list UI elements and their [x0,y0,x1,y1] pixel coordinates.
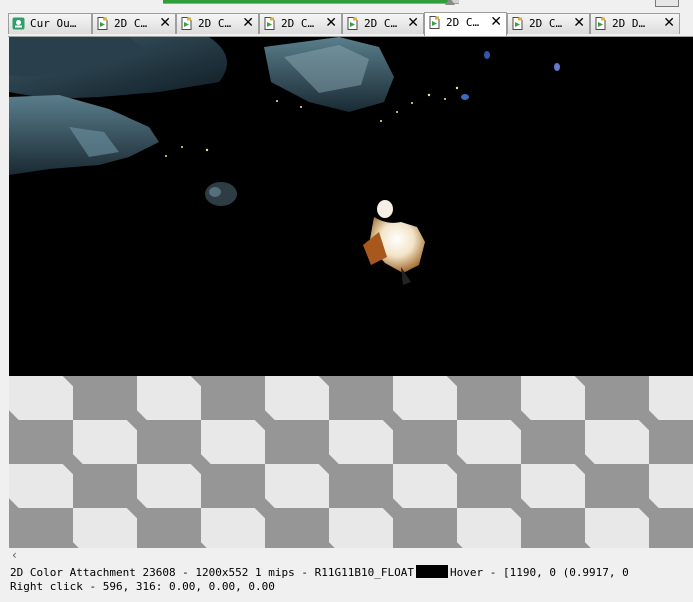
close-icon[interactable]: ✕ [242,15,254,31]
tab-1[interactable]: Cur Ou… [8,13,92,34]
tab-label: 2D C… [446,16,480,29]
close-icon[interactable]: ✕ [159,15,171,31]
progress-slider-thumb[interactable] [445,0,456,5]
top-toolbar-strip [0,0,693,12]
hover-color-swatch [415,565,448,578]
document-icon [429,16,440,29]
close-icon[interactable]: ✕ [407,15,419,31]
tab-label: 2D C… [281,17,315,30]
scroll-left-arrow-icon[interactable]: ‹ [12,548,17,562]
tab-label: 2D C… [529,17,563,30]
close-icon[interactable]: ✕ [490,14,502,30]
left-panel-edge [0,37,9,602]
tab-2[interactable]: 2D C… ✕ [92,13,176,34]
tab-7[interactable]: 2D C… ✕ [507,13,590,34]
document-icon [97,17,108,30]
toolbar-button[interactable] [655,0,679,7]
document-icon [512,17,523,30]
close-icon[interactable]: ✕ [325,15,337,31]
texture-viewport[interactable] [9,37,693,376]
status-line-texture-info: 2D Color Attachment 23608 - 1200x552 1 m… [10,565,629,579]
texture-info-text: 2D Color Attachment 23608 - 1200x552 1 m… [10,566,414,579]
close-icon[interactable]: ✕ [663,15,675,31]
document-icon [264,17,275,30]
document-icon [181,17,192,30]
tab-3[interactable]: 2D C… ✕ [176,13,259,34]
hover-info-text: Hover - [1190, 0 (0.9917, 0 [449,566,629,579]
tab-5[interactable]: 2D C… ✕ [342,13,424,34]
status-line-right-click: Right click - 596, 316: 0.00, 0.00, 0.00 [10,580,275,593]
tab-label: 2D D… [612,17,646,30]
progress-slider[interactable] [163,0,459,5]
tab-6[interactable]: 2D C… ✕ [424,12,507,36]
texture-render-image [9,37,560,285]
texture-tab-bar: Cur Ou… 2D C… ✕ 2D C… ✕ 2D C… ✕ 2D C… ✕ 2D C… ✕ 2D … [8,12,693,37]
tab-label: 2D C… [364,17,398,30]
camera-icon [12,17,25,30]
transparency-checkerboard [9,376,693,548]
tab-8[interactable]: 2D D… ✕ [590,13,680,34]
tab-4[interactable]: 2D C… ✕ [259,13,342,34]
document-icon [595,17,606,30]
progress-slider-fill [163,0,451,3]
tab-label: 2D C… [114,17,148,30]
status-bar: 2D Color Attachment 23608 - 1200x552 1 m… [9,564,693,602]
horizontal-scrollbar[interactable]: ‹ [9,548,693,564]
close-icon[interactable]: ✕ [573,15,585,31]
tab-label: 2D C… [198,17,232,30]
tab-label: Cur Ou… [30,17,77,30]
document-icon [347,17,358,30]
